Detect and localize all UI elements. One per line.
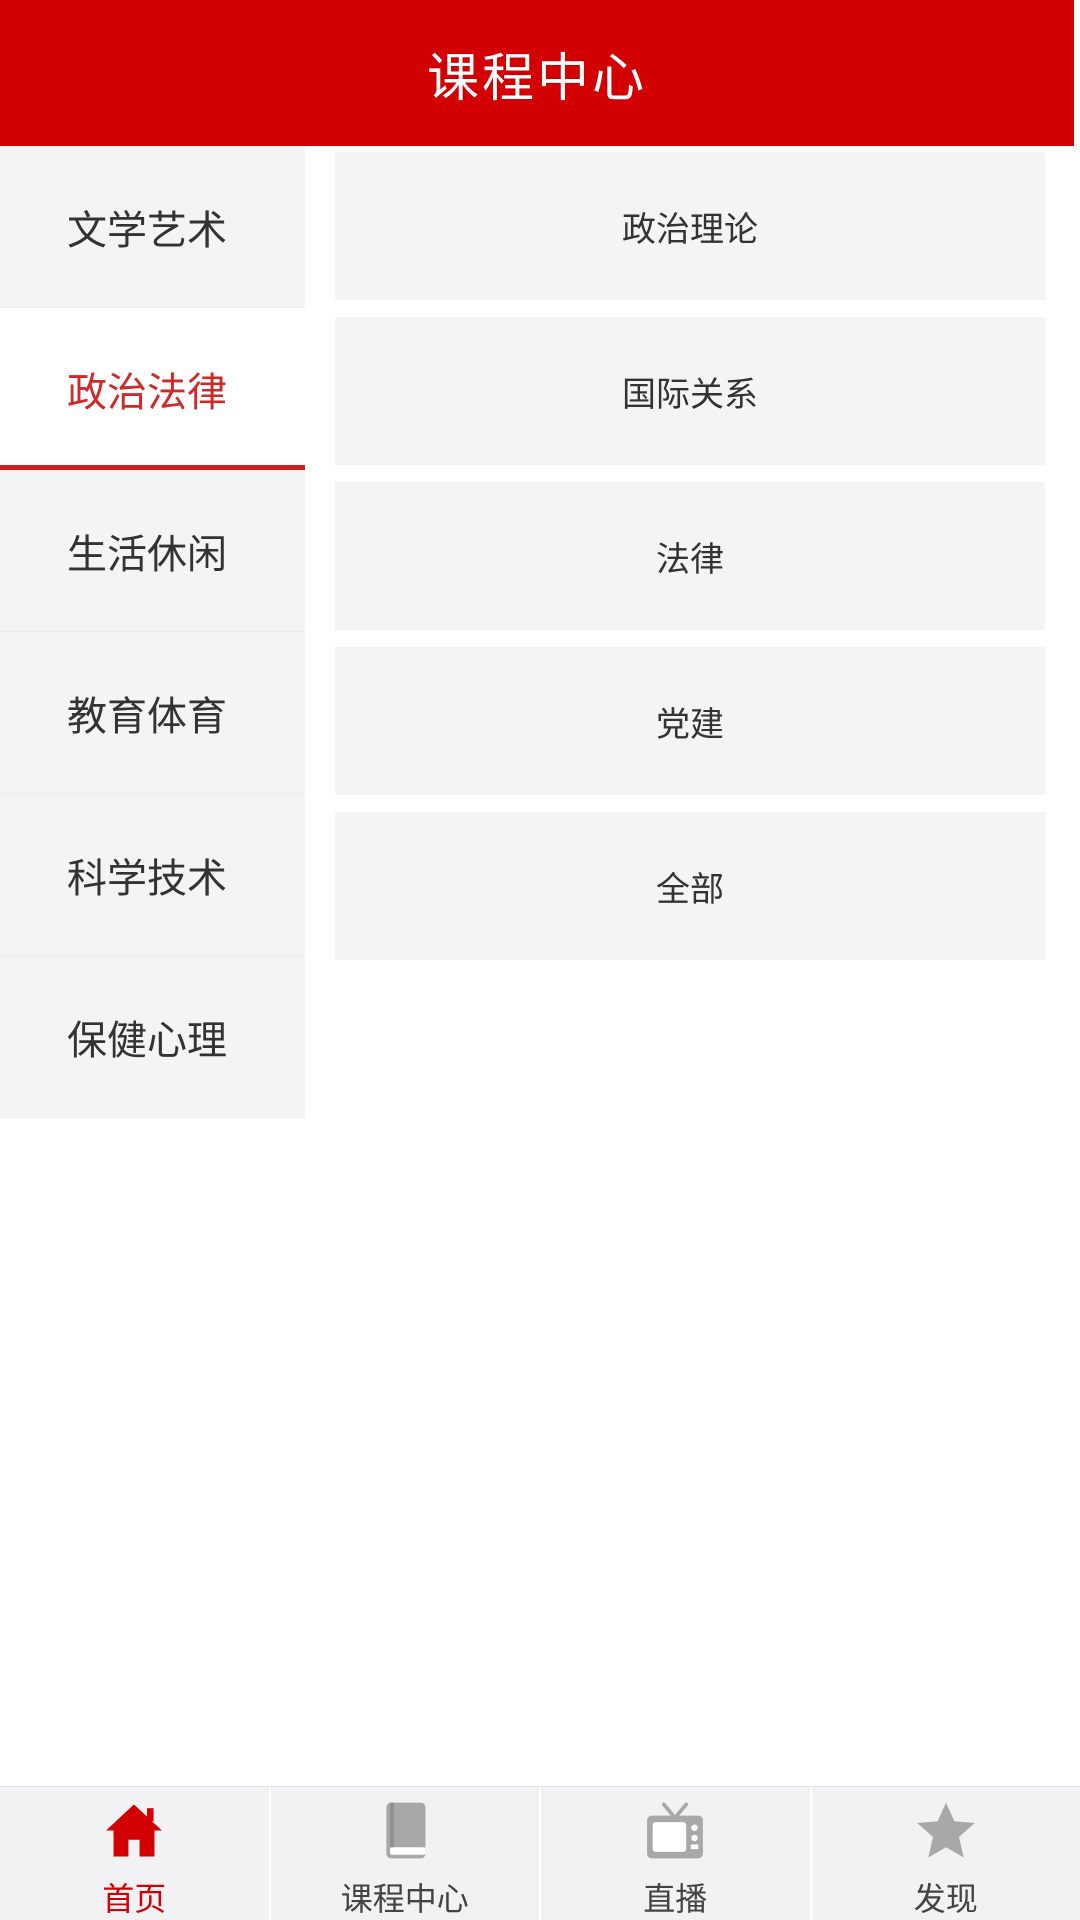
subcategory-list: 政治理论 国际关系 法律 党建 全部	[335, 152, 1045, 977]
subcategory-label: 政治理论	[622, 209, 758, 250]
header-bar: 课程中心	[0, 0, 1074, 146]
sidebar-item-label: 教育体育	[67, 693, 227, 740]
subcategory-label: 法律	[656, 539, 724, 580]
sidebar-item-politics-law[interactable]: 政治法律	[0, 308, 305, 471]
tab-live[interactable]: 直播	[541, 1787, 812, 1920]
subcategory-label: 党建	[656, 704, 724, 745]
sidebar-item-label: 政治法律	[67, 369, 227, 416]
subcategory-label: 国际关系	[622, 374, 758, 415]
sidebar-item-label: 生活休闲	[67, 531, 227, 578]
app-screen: 课程中心 文学艺术 政治法律 生活休闲 教育体育 科学技术 保健心理 政治理论 …	[0, 0, 1080, 1920]
tab-home[interactable]: 首页	[0, 1787, 271, 1920]
tab-label: 课程中心	[340, 1880, 469, 1918]
category-sidebar: 文学艺术 政治法律 生活休闲 教育体育 科学技术 保健心理	[0, 146, 305, 1118]
sidebar-item-literature-art[interactable]: 文学艺术	[0, 146, 305, 308]
sidebar-item-health-psychology[interactable]: 保健心理	[0, 956, 305, 1118]
subcategory-all[interactable]: 全部	[335, 812, 1045, 960]
star-icon	[916, 1802, 975, 1858]
tv-icon	[647, 1802, 704, 1859]
tab-label: 直播	[643, 1880, 708, 1918]
tab-label: 首页	[102, 1880, 167, 1918]
subcategory-political-theory[interactable]: 政治理论	[335, 152, 1045, 300]
subcategory-label: 全部	[656, 869, 724, 910]
subcategory-law[interactable]: 法律	[335, 482, 1045, 630]
book-icon	[386, 1802, 426, 1859]
sidebar-item-life-leisure[interactable]: 生活休闲	[0, 470, 305, 632]
tab-course-center[interactable]: 课程中心	[271, 1787, 541, 1920]
home-icon	[106, 1804, 163, 1857]
page-title: 课程中心	[426, 48, 647, 109]
sidebar-item-education-sports[interactable]: 教育体育	[0, 632, 305, 794]
tab-discover[interactable]: 发现	[812, 1787, 1080, 1920]
tab-label: 发现	[913, 1880, 978, 1918]
sidebar-item-science-tech[interactable]: 科学技术	[0, 794, 305, 956]
sidebar-item-label: 保健心理	[67, 1017, 227, 1064]
bottom-tab-bar: 首页 课程中心 直播 发现	[0, 1786, 1080, 1920]
sidebar-item-label: 科学技术	[67, 855, 227, 902]
sidebar-item-label: 文学艺术	[67, 207, 227, 254]
subcategory-party-building[interactable]: 党建	[335, 647, 1045, 795]
subcategory-international-relations[interactable]: 国际关系	[335, 317, 1045, 465]
